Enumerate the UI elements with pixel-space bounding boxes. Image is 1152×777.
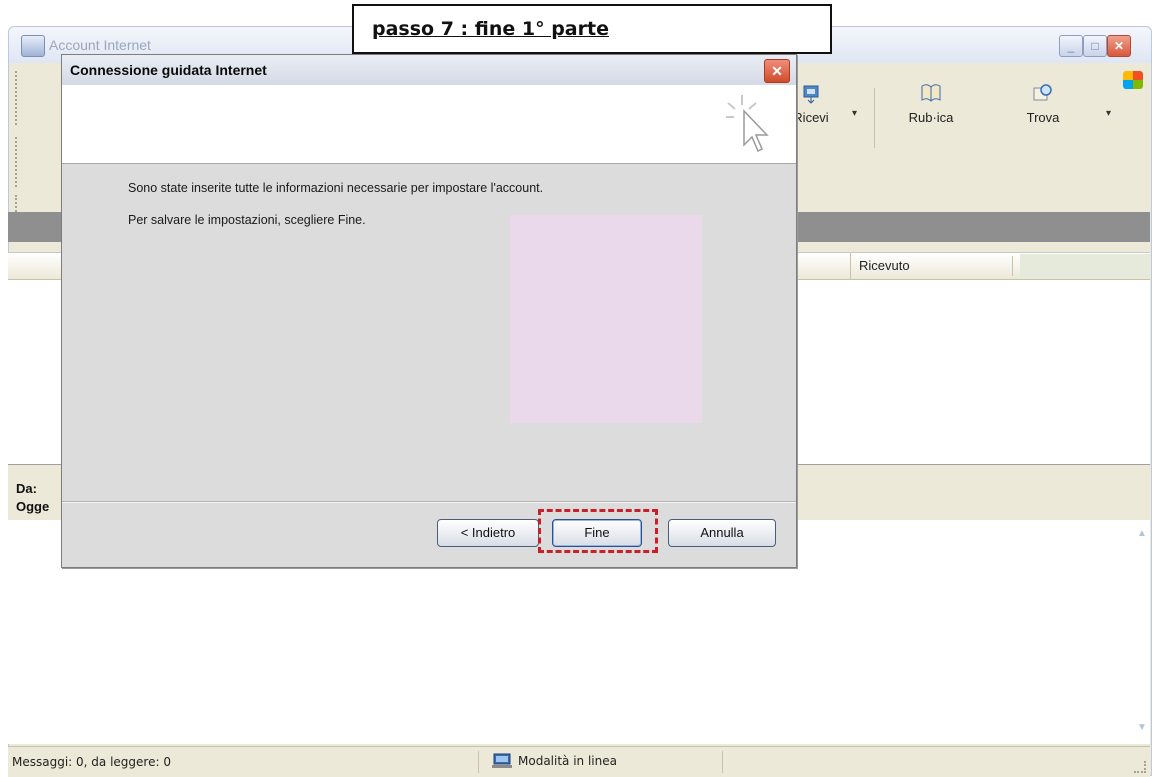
toolbar-grip[interactable] [15,71,20,125]
wizard-cursor-icon [726,95,769,153]
finish-highlight [538,509,658,553]
back-button[interactable]: < Indietro [437,519,539,547]
column-ricevuto[interactable]: Ricevuto [850,253,910,279]
trova-dropdown-icon[interactable]: ▾ [1106,108,1111,119]
trova-label: Trova [1026,110,1060,125]
resize-grip-icon[interactable] [1134,761,1146,773]
computer-icon [492,753,512,768]
status-mode: Modalità in linea [492,753,617,769]
status-bar: Messaggi: 0, da leggere: 0 Modalità in l… [8,746,1150,777]
ricevi-dropdown-icon[interactable]: ▾ [852,108,857,119]
maximize-button[interactable]: □ [1083,35,1107,57]
status-separator [722,751,723,773]
windows-logo-icon [1123,71,1143,89]
dialog-info-line2: Per salvare le impostazioni, scegliere F… [128,213,366,227]
app-icon [21,35,45,57]
subject-label: Ogge [16,499,50,514]
step-annotation-text: passo 7 : fine 1° parte [372,18,609,40]
toolbar-grip[interactable] [15,137,20,187]
wizard-dialog: Connessione guidata Internet ✕ Sono stat… [61,54,797,568]
rubrica-label: Rub·ica [908,110,954,125]
from-label: Da: [16,481,37,496]
column-separator [1012,256,1013,276]
dialog-info-line1: Sono state inserite tutte le informazion… [128,181,544,195]
dialog-footer-separator [62,501,796,503]
status-separator [478,751,479,773]
toolbar-separator [874,88,875,148]
find-icon [1033,84,1052,101]
cancel-button[interactable]: Annulla [668,519,776,547]
close-button[interactable]: ✕ [1107,35,1131,57]
dialog-titlebar[interactable]: Connessione guidata Internet ✕ [62,55,796,85]
dialog-close-button[interactable]: ✕ [764,59,790,83]
trova-button[interactable]: Trova [1008,76,1078,146]
send-receive-icon [803,85,819,104]
minimize-button[interactable]: _ [1059,35,1083,57]
redacted-block [510,215,702,423]
column-filler [1020,254,1150,278]
step-annotation: passo 7 : fine 1° parte [352,4,832,54]
status-mode-label: Modalità in linea [518,754,617,768]
address-book-icon [921,84,941,102]
dialog-header [62,85,796,164]
scroll-up-icon[interactable]: ▲ [1134,528,1150,544]
main-window-title: Account Internet [49,37,151,53]
status-messages: Messaggi: 0, da leggere: 0 [12,755,171,769]
rubrica-button[interactable]: Rub·ica [896,76,966,146]
scroll-down-icon[interactable]: ▼ [1134,722,1150,738]
dialog-title: Connessione guidata Internet [70,62,267,78]
